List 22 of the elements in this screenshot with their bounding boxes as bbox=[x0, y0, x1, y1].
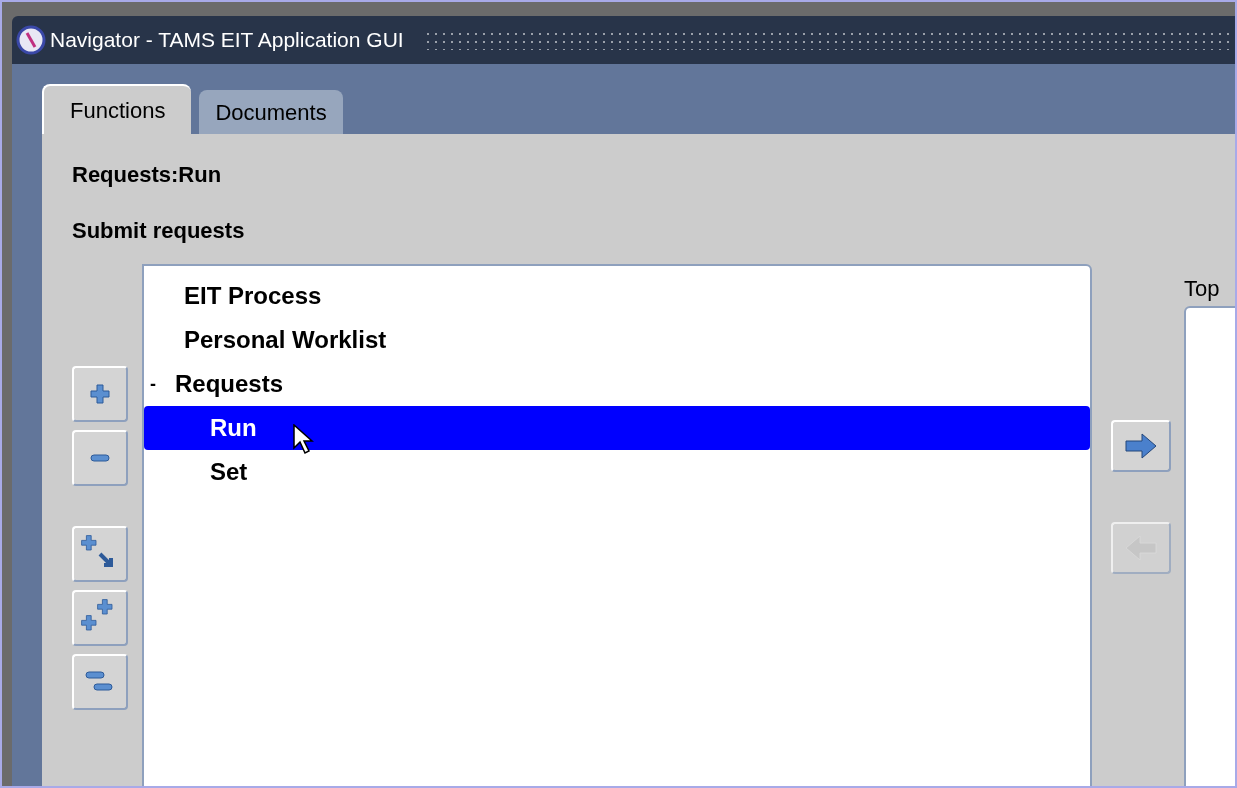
tree-item[interactable]: Set bbox=[144, 450, 1090, 494]
add-button[interactable] bbox=[1111, 420, 1171, 472]
tree-item[interactable]: EIT Process bbox=[144, 274, 1090, 318]
window-title: Navigator - TAMS EIT Application GUI bbox=[50, 27, 404, 54]
right-arrow-icon bbox=[1124, 432, 1158, 460]
tree-item-label[interactable]: Requests bbox=[175, 366, 284, 402]
top-label: Top bbox=[1184, 275, 1220, 303]
expand-button[interactable] bbox=[72, 366, 128, 422]
function-description: Submit requests bbox=[72, 217, 245, 245]
expand-branch-button[interactable] bbox=[72, 526, 128, 582]
tree-row[interactable]: - Requests bbox=[144, 362, 1090, 406]
app-logo-icon bbox=[16, 25, 46, 55]
tree-item[interactable]: Personal Worklist bbox=[144, 318, 1090, 362]
collapse-all-button[interactable] bbox=[72, 654, 128, 710]
tab[interactable]: Functions bbox=[42, 84, 192, 134]
expand-marker-icon[interactable]: - bbox=[150, 370, 175, 398]
expand-all-button[interactable] bbox=[72, 590, 128, 646]
function-name: Requests:Run bbox=[72, 161, 222, 189]
mouse-pointer-icon bbox=[292, 424, 315, 456]
tab[interactable]: Documents bbox=[199, 90, 343, 134]
collapse-button[interactable] bbox=[72, 430, 128, 486]
plus-icon bbox=[89, 383, 111, 405]
